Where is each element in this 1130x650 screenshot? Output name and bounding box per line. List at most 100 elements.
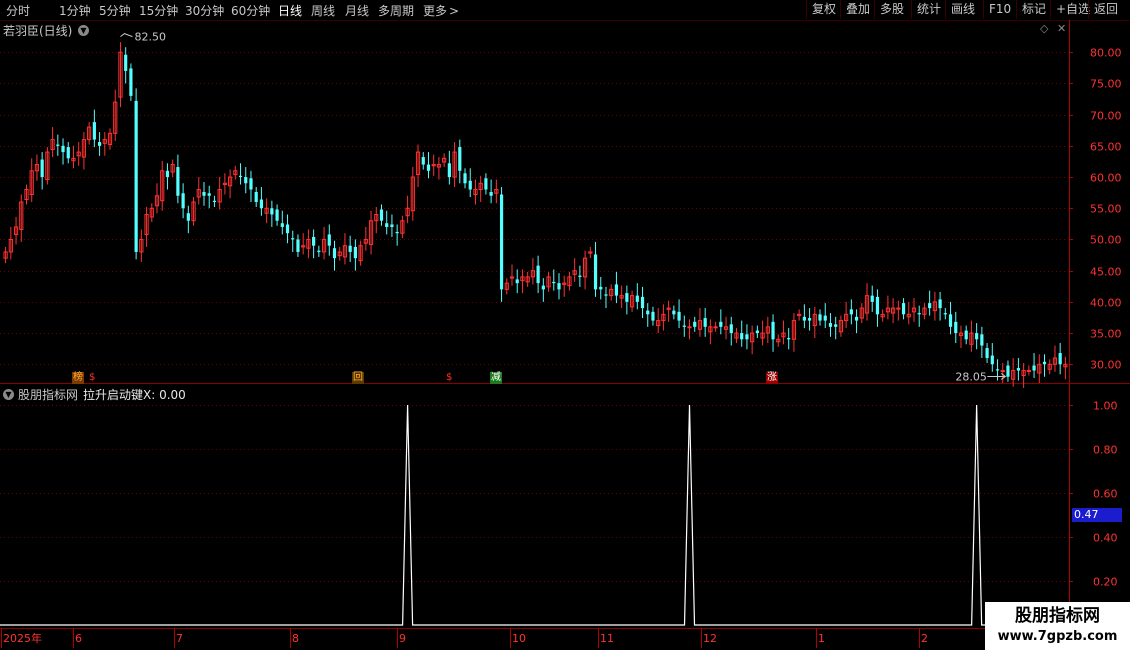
- candle-body: [823, 315, 827, 321]
- price-tick-label: 80.00: [1090, 47, 1122, 60]
- indicator-tick-label: 0.40: [1093, 532, 1118, 545]
- candle-body: [296, 239, 300, 252]
- candle-body: [980, 334, 984, 346]
- candle-body: [385, 223, 389, 227]
- candle-body: [677, 311, 681, 321]
- time-axis-label: 11: [600, 632, 614, 645]
- candle-body: [56, 144, 60, 146]
- candle-body: [92, 122, 96, 140]
- price-tick-label: 45.00: [1090, 266, 1122, 279]
- candle-body: [134, 100, 138, 252]
- candle-body: [943, 313, 947, 315]
- time-axis-label: 10: [512, 632, 526, 645]
- candle-body: [165, 170, 170, 178]
- candle-body: [682, 325, 686, 327]
- candle-body: [985, 348, 989, 359]
- candle-body: [849, 309, 853, 315]
- candle-body: [426, 164, 431, 171]
- indicator-line: [0, 404, 1068, 626]
- candle-body: [468, 180, 472, 190]
- candle-body: [280, 223, 284, 227]
- candle-body: [1006, 365, 1010, 377]
- candle-body: [687, 326, 692, 329]
- candle-body: [875, 296, 880, 315]
- candle-body: [719, 321, 723, 327]
- time-axis-label: 9: [399, 632, 406, 645]
- candle-body: [646, 310, 650, 315]
- signal-marker-jian: 减: [490, 372, 502, 384]
- candle-body: [186, 213, 190, 221]
- low-price-label: 28.05: [955, 370, 987, 383]
- candle-body: [249, 178, 253, 190]
- candle-body: [975, 333, 979, 340]
- candle-body: [870, 295, 874, 302]
- high-pointer: [120, 33, 133, 38]
- candle-body: [463, 173, 467, 184]
- candle-body: [353, 246, 357, 259]
- candle-body: [285, 224, 290, 234]
- watermark-title: 股朋指标网: [1015, 606, 1100, 626]
- candle-body: [541, 285, 545, 290]
- candle-body: [802, 316, 806, 321]
- price-tick-label: 55.00: [1090, 203, 1122, 216]
- candle-body: [181, 193, 185, 209]
- signal-marker-dollar: $: [89, 372, 96, 383]
- price-tick-label: 60.00: [1090, 172, 1122, 185]
- candle-body: [458, 147, 462, 171]
- candle-body: [604, 294, 608, 296]
- signal-marker-dollar: $: [446, 372, 453, 383]
- indicator-tick-label: 1.00: [1093, 400, 1118, 413]
- indicator-tick-label: 0.60: [1093, 488, 1118, 501]
- candle-body: [1032, 365, 1036, 371]
- candle-body: [703, 318, 707, 327]
- indicator-tick-label: 0.20: [1093, 576, 1118, 589]
- candle-body: [207, 193, 211, 196]
- candle-body: [1016, 368, 1021, 371]
- candle-body: [275, 209, 279, 221]
- candle-body: [97, 142, 102, 146]
- candle-body: [640, 296, 645, 309]
- candle-body: [625, 293, 629, 302]
- candle-body: [964, 330, 968, 340]
- candle-body: [1000, 370, 1005, 373]
- candle-body: [291, 238, 295, 240]
- candle-body: [745, 334, 749, 340]
- price-tick-label: 35.00: [1090, 328, 1122, 341]
- candle-body: [828, 323, 833, 327]
- candle-body: [954, 321, 958, 334]
- candle-body: [672, 310, 676, 315]
- candle-body: [395, 231, 399, 234]
- indicator-formula: 拉升启动键X: 0.00: [83, 388, 186, 402]
- candle-body: [635, 295, 639, 302]
- candle-body: [557, 283, 561, 290]
- chevron-down-icon[interactable]: ▼: [3, 389, 14, 400]
- signal-marker-hui: 回: [352, 372, 364, 384]
- candle-body: [270, 208, 274, 215]
- candle-body: [238, 175, 243, 178]
- time-axis-label: 2025年: [3, 631, 42, 645]
- candle-body: [713, 326, 718, 329]
- price-tick-label: 70.00: [1090, 110, 1122, 123]
- candle-body: [499, 194, 504, 290]
- candle-body: [1058, 353, 1062, 365]
- candle-body: [614, 284, 619, 296]
- candle-body: [599, 286, 603, 290]
- candle-body: [1026, 370, 1031, 373]
- candle-body: [818, 314, 822, 321]
- candle-body: [66, 147, 70, 159]
- candle-body: [40, 159, 44, 178]
- signal-marker-bang: 榜: [72, 372, 84, 384]
- candle-body: [515, 279, 519, 284]
- candle-body: [901, 303, 906, 315]
- time-axis-label: 2: [921, 632, 928, 645]
- candle-body: [755, 330, 759, 334]
- time-axis-label: 6: [75, 632, 82, 645]
- candle-body: [896, 307, 901, 310]
- signal-marker-zhang: 涨: [766, 372, 778, 384]
- candle-body: [771, 321, 775, 340]
- candle-body: [693, 321, 697, 327]
- candle-body: [390, 224, 394, 227]
- candle-body: [447, 163, 451, 178]
- indicator-tick-label: 0.80: [1093, 444, 1118, 457]
- time-axis-label: 12: [703, 632, 717, 645]
